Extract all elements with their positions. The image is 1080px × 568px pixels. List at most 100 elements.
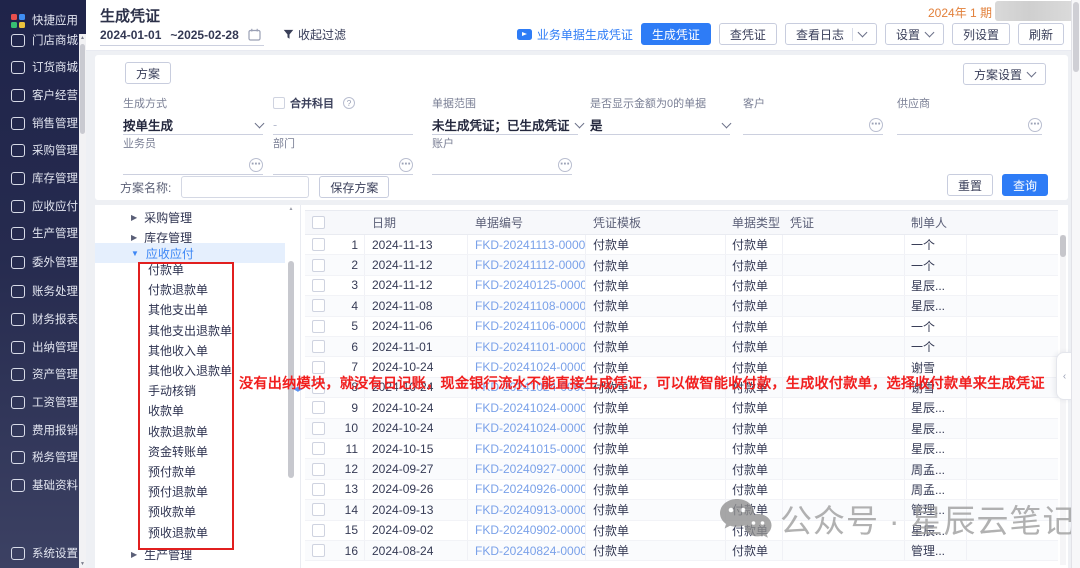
account-picker[interactable]: ⋯ [432,155,572,175]
row-checkbox[interactable] [312,503,325,516]
sidebar-item-sales-mgmt[interactable]: 销售管理 [0,112,86,134]
tree-child-item[interactable]: 其他支出退款单 [95,321,285,341]
salesman-picker[interactable]: ⋯ [123,155,263,175]
sidebar-item-expense-claim[interactable]: 费用报销 [0,419,86,441]
cell-doc-number[interactable]: FKD-20240913-00001 [468,500,586,519]
column-settings-button[interactable]: 列设置 [952,23,1010,45]
table-scrollbar[interactable] [1060,235,1066,565]
tree-child-item[interactable]: 其他支出单 [95,300,285,320]
cell-doc-number[interactable]: FKD-20241024-00003 [468,378,586,397]
cell-doc-number[interactable]: FKD-20241024-00005 [468,357,586,376]
scroll-up-icon[interactable]: ▲ [79,35,86,41]
sidebar-item-outsourcing-mgmt[interactable]: 委外管理 [0,251,86,273]
row-checkbox[interactable] [312,381,325,394]
row-checkbox[interactable] [312,544,325,557]
generate-voucher-button[interactable]: 生成凭证 [641,23,711,45]
scheme-settings-button[interactable]: 方案设置 [963,63,1046,85]
reset-button[interactable]: 重置 [947,174,993,196]
date-to[interactable]: ~2025-02-28 [170,28,238,42]
tree-child-item[interactable]: 资金转账单 [95,442,285,462]
show-zero-select[interactable]: 是 [590,115,730,135]
cell-doc-number[interactable]: FKD-20241106-00001 [468,317,586,336]
tree-child-item[interactable]: 手动核销 [95,381,285,401]
ellipsis-picker-icon[interactable]: ⋯ [869,118,883,132]
collapse-panel-tab[interactable]: ‹ [1056,352,1072,400]
ellipsis-picker-icon[interactable]: ⋯ [249,158,263,172]
row-checkbox[interactable] [312,422,325,435]
sidebar-item-base-data[interactable]: 基础资料 [0,474,86,496]
scheme-name-input[interactable] [181,176,309,198]
tree-child-item[interactable]: 其他收入单 [95,341,285,361]
cell-doc-number[interactable]: FKD-20241112-00001 [468,255,586,274]
split-handle[interactable]: ◀▶ [293,385,302,393]
sidebar-item-system-settings[interactable]: 系统设置 [0,542,86,564]
date-from[interactable]: 2024-01-01 [100,28,161,42]
scheme-tab[interactable]: 方案 [125,62,171,84]
merge-subject-checkbox[interactable] [273,97,285,109]
row-checkbox[interactable] [312,259,325,272]
window-scrollbar[interactable] [1071,0,1080,568]
triangle-right-icon[interactable]: ▶ [131,213,137,222]
tree-node-purchase[interactable]: ▶采购管理 [95,207,285,227]
refresh-button[interactable]: 刷新 [1018,23,1064,45]
sidebar-item-asset-mgmt[interactable]: 资产管理 [0,363,86,385]
department-picker[interactable]: ⋯ [273,155,413,175]
ellipsis-picker-icon[interactable]: ⋯ [399,158,413,172]
save-scheme-button[interactable]: 保存方案 [319,176,389,198]
sidebar-scrollbar[interactable]: ▲ ▼ [79,34,86,568]
select-all-checkbox[interactable] [312,216,325,229]
scroll-down-icon[interactable]: ▼ [79,561,86,567]
help-icon[interactable]: ? [343,97,355,109]
sidebar-item-order-mall[interactable]: 订货商城 [0,56,86,78]
row-checkbox[interactable] [312,463,325,476]
tree-child-item[interactable]: 预收退款单 [95,523,285,543]
collapse-filter-toggle[interactable]: 收起过滤 [283,26,346,43]
cell-doc-number[interactable]: FKD-20241024-00002 [468,398,586,417]
row-checkbox[interactable] [312,483,325,496]
cell-doc-number[interactable]: FKD-20240902-00001 [468,521,586,540]
view-voucher-button[interactable]: 查凭证 [719,23,777,45]
sidebar-item-customer-ops[interactable]: 客户经营 [0,84,86,106]
tree-child-item[interactable]: 收款退款单 [95,422,285,442]
generate-mode-select[interactable]: 按单生成 [123,115,263,135]
row-checkbox[interactable] [312,401,325,414]
cell-doc-number[interactable]: FKD-20240125-00002 [468,276,586,295]
sidebar-item-payroll-mgmt[interactable]: 工资管理 [0,391,86,413]
supplier-picker[interactable]: ⋯ [897,115,1042,135]
cell-doc-number[interactable]: FKD-20241108-00001 [468,296,586,315]
triangle-right-icon[interactable]: ▶ [131,550,137,559]
cell-doc-number[interactable]: FKD-20241101-00001 [468,337,586,356]
triangle-right-icon[interactable]: ▶ [131,233,137,242]
row-checkbox[interactable] [312,320,325,333]
query-button[interactable]: 查询 [1002,174,1048,196]
tree-child-item[interactable]: 预付款单 [95,462,285,482]
date-range-field[interactable]: 2024-01-01 ~2025-02-28 [100,24,264,46]
doc-range-select[interactable]: 未生成凭证；已生成凭证 [432,115,578,135]
row-checkbox[interactable] [312,442,325,455]
cell-doc-number[interactable]: FKD-20241113-00001 [468,235,586,254]
sidebar-item-store-mall[interactable]: 门店商城 [0,29,86,51]
tree-scrollbar-thumb[interactable] [288,261,294,478]
settings-button[interactable]: 设置 [885,23,944,45]
row-checkbox[interactable] [312,361,325,374]
sidebar-item-inventory-mgmt[interactable]: 库存管理 [0,167,86,189]
row-checkbox[interactable] [312,238,325,251]
ellipsis-picker-icon[interactable]: ⋯ [1028,118,1042,132]
tree-child-item[interactable]: 收款单 [95,401,285,421]
tree-child-item[interactable]: 付款单 [95,260,285,280]
view-log-button[interactable]: 查看日志 [785,23,877,45]
cell-doc-number[interactable]: FKD-20240926-00002 [468,480,586,499]
tree-node-production[interactable]: ▶生产管理 [95,544,285,564]
sidebar-item-production-mgmt[interactable]: 生产管理 [0,222,86,244]
tree-child-item[interactable]: 其他收入退款单 [95,361,285,381]
triangle-down-icon[interactable]: ▼ [131,249,139,258]
sidebar-item-ar-ap[interactable]: 应收应付 [0,195,86,217]
sidebar-item-purchase-mgmt[interactable]: 采购管理 [0,139,86,161]
row-checkbox[interactable] [312,279,325,292]
customer-picker[interactable]: ⋯ [743,115,883,135]
cell-doc-number[interactable]: FKD-20240824-00001 [468,541,586,560]
sidebar-item-cashier-mgmt[interactable]: 出纳管理 [0,336,86,358]
merge-subject-field[interactable]: - [273,115,413,135]
tree-child-item[interactable]: 付款退款单 [95,280,285,300]
user-account-redacted[interactable] [995,1,1079,21]
